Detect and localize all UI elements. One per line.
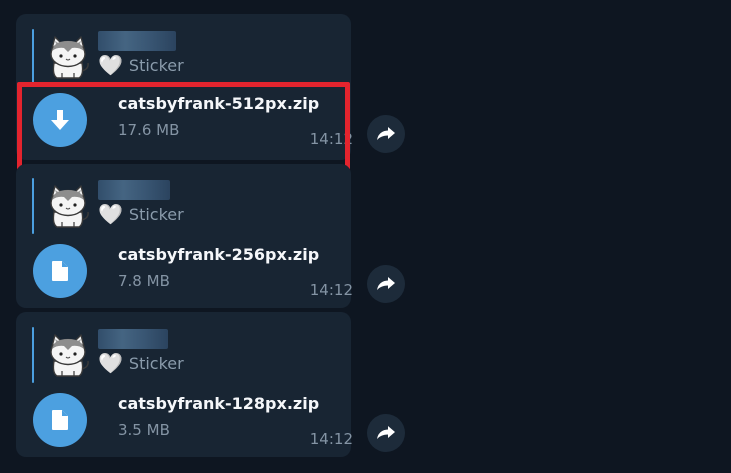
heart-icon: 🤍 [98, 53, 123, 77]
file-name: catsbyfrank-256px.zip [118, 245, 320, 264]
file-name: catsbyfrank-128px.zip [118, 394, 320, 413]
message-time: 14:12 [309, 281, 353, 299]
document-icon [52, 410, 68, 430]
message-time: 14:12 [309, 430, 353, 448]
forward-button[interactable] [367, 265, 405, 303]
reply-label: Sticker [128, 353, 184, 373]
reply-sender-name-blurred [98, 329, 168, 349]
share-arrow-icon [377, 277, 395, 290]
message-bubble-2: 🤍 Sticker catsbyfrank-256px.zip 7.8 MB 1… [16, 164, 354, 308]
document-icon [52, 261, 68, 281]
message-bubble-3: 🤍 Sticker catsbyfrank-128px.zip 3.5 MB 1… [16, 312, 354, 457]
download-button[interactable] [33, 93, 87, 147]
file-name: catsbyfrank-512px.zip [118, 94, 320, 113]
message-bubble-1: 🤍 Sticker catsbyfrank-512px.zip 17.6 MB … [16, 14, 354, 160]
file-attachment[interactable]: catsbyfrank-256px.zip 7.8 MB 14:12 [32, 242, 354, 306]
reply-preview[interactable]: 🤍 Sticker [32, 29, 322, 85]
cat-sticker-icon [44, 331, 92, 379]
reply-text: 🤍 Sticker [98, 54, 184, 76]
reply-accent-bar [32, 327, 34, 383]
forward-button[interactable] [367, 115, 405, 153]
reply-accent-bar [32, 29, 34, 85]
cat-sticker-icon [44, 182, 92, 230]
reply-preview[interactable]: 🤍 Sticker [32, 327, 322, 383]
reply-sender-name-blurred [98, 31, 176, 51]
file-size: 3.5 MB [118, 421, 170, 439]
open-file-button[interactable] [33, 393, 87, 447]
forward-button[interactable] [367, 414, 405, 452]
reply-label: Sticker [128, 55, 184, 75]
heart-icon: 🤍 [98, 351, 123, 375]
cat-sticker-icon [44, 33, 92, 81]
download-arrow-icon [51, 110, 69, 130]
share-arrow-icon [377, 426, 395, 439]
reply-sender-name-blurred [98, 180, 170, 200]
file-attachment[interactable]: catsbyfrank-128px.zip 3.5 MB 14:12 [32, 391, 354, 455]
message-time: 14:12 [309, 130, 353, 148]
open-file-button[interactable] [33, 244, 87, 298]
reply-text: 🤍 Sticker [98, 203, 184, 225]
reply-text: 🤍 Sticker [98, 352, 184, 374]
reply-label: Sticker [128, 204, 184, 224]
reply-preview[interactable]: 🤍 Sticker [32, 178, 322, 234]
file-size: 17.6 MB [118, 121, 180, 139]
share-arrow-icon [377, 127, 395, 140]
file-size: 7.8 MB [118, 272, 170, 290]
heart-icon: 🤍 [98, 202, 123, 226]
reply-accent-bar [32, 178, 34, 234]
file-attachment[interactable]: catsbyfrank-512px.zip 17.6 MB 14:12 [32, 91, 354, 155]
